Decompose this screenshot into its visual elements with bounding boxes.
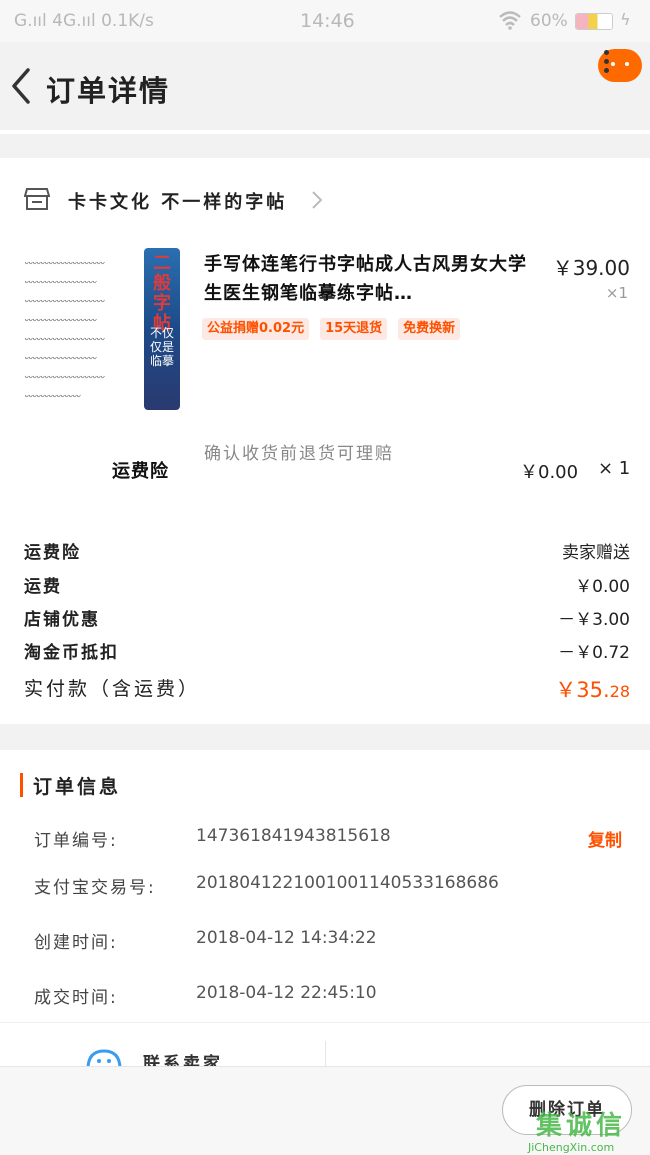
insurance-label: 运费险 bbox=[112, 461, 169, 482]
product-tags: 公益捐赠0.02元 15天退货 免费换新 bbox=[202, 317, 471, 340]
summary-row: 运费险 卖家赠送 bbox=[24, 538, 630, 568]
chevron-right-icon bbox=[312, 191, 323, 209]
tag-charity: 公益捐赠0.02元 bbox=[202, 318, 310, 340]
total-label: 实付款（含运费） bbox=[24, 678, 201, 700]
total-row: 实付款（含运费） ￥35.28 bbox=[24, 674, 630, 704]
product-image-calligraphy: 〰〰〰〰〰〰〰〰〰〰 〰〰〰〰〰〰〰〰〰 〰〰〰〰〰〰〰〰〰〰 〰〰〰〰〰〰〰〰〰 〰〰… bbox=[24, 259, 104, 401]
summary-value: ￥0.00 bbox=[575, 577, 630, 597]
summary-value: －￥0.72 bbox=[558, 643, 630, 663]
order-info-card: 订单信息 订单编号: 147361841943815618 复制 支付宝交易号:… bbox=[0, 750, 650, 1022]
product-image[interactable]: 〰〰〰〰〰〰〰〰〰〰 〰〰〰〰〰〰〰〰〰 〰〰〰〰〰〰〰〰〰〰 〰〰〰〰〰〰〰〰〰 〰〰… bbox=[24, 248, 182, 410]
insurance-description: 确认收货前退货可理赔 bbox=[204, 444, 394, 464]
watermark-logo: 集诚信 JiChengXin.com bbox=[528, 1111, 627, 1154]
wifi-icon bbox=[499, 11, 521, 30]
bottom-action-bar: 删除订单 集诚信 JiChengXin.com bbox=[0, 1066, 650, 1155]
charging-icon: ϟ bbox=[620, 10, 631, 29]
contact-seller-row[interactable]: 联系卖家 bbox=[0, 1022, 650, 1071]
summary-row: 淘金币抵扣 －￥0.72 bbox=[24, 638, 630, 668]
shop-name: 卡卡文化 不一样的字帖 bbox=[68, 192, 288, 213]
store-icon bbox=[24, 188, 50, 210]
info-row-order-number: 订单编号: 147361841943815618 bbox=[34, 826, 391, 851]
section-title: 订单信息 bbox=[33, 776, 122, 798]
insurance-price: ￥0.00 bbox=[520, 462, 579, 483]
status-bar: G.ııl 4G.ııl 0.1K/s 14:46 60% ϟ bbox=[0, 0, 650, 42]
more-menu-icon[interactable] bbox=[598, 46, 614, 106]
contact-seller-label: 联系卖家 bbox=[143, 1054, 223, 1067]
summary-key: 运费 bbox=[24, 577, 62, 597]
battery-icon bbox=[575, 13, 613, 30]
section-accent-bar bbox=[20, 773, 23, 797]
battery-percent: 60% bbox=[530, 11, 568, 31]
total-value: ￥35.28 bbox=[555, 678, 630, 702]
info-row-created-time: 创建时间: 2018-04-12 14:34:22 bbox=[34, 928, 377, 953]
summary-row: 店铺优惠 －￥3.00 bbox=[24, 605, 630, 635]
summary-row: 运费 ￥0.00 bbox=[24, 572, 630, 602]
info-row-alipay-number: 支付宝交易号: 2018041221001001140533168686 bbox=[34, 873, 499, 898]
insurance-quantity: × 1 bbox=[598, 458, 631, 479]
shop-row[interactable]: 卡卡文化 不一样的字帖 bbox=[0, 158, 650, 240]
summary-key: 运费险 bbox=[24, 543, 81, 563]
product-title[interactable]: 手写体连笔行书字帖成人古风男女大学生医生钢笔临摹练字帖… bbox=[204, 250, 534, 308]
summary-value: 卖家赠送 bbox=[562, 543, 630, 563]
nav-bar: 订单详情 bbox=[0, 42, 650, 130]
clock: 14:46 bbox=[300, 10, 355, 32]
product-price: ￥39.00 bbox=[552, 256, 630, 280]
summary-value: －￥3.00 bbox=[558, 610, 630, 630]
summary-key: 淘金币抵扣 bbox=[24, 643, 119, 663]
product-image-banner: 二般字帖 不仅仅是临摹 bbox=[144, 248, 180, 410]
tag-exchange: 免费换新 bbox=[398, 318, 461, 340]
back-arrow-icon[interactable] bbox=[6, 64, 46, 108]
signal-indicator: G.ııl 4G.ııl 0.1K/s bbox=[14, 11, 154, 31]
page-title: 订单详情 bbox=[46, 74, 171, 108]
order-card: 卡卡文化 不一样的字帖 〰〰〰〰〰〰〰〰〰〰 〰〰〰〰〰〰〰〰〰 〰〰〰〰〰〰〰〰〰… bbox=[0, 158, 650, 724]
summary-key: 店铺优惠 bbox=[24, 610, 100, 630]
copy-button[interactable]: 复制 bbox=[588, 826, 622, 851]
info-row-completed-time: 成交时间: 2018-04-12 22:45:10 bbox=[34, 983, 377, 1008]
tag-return: 15天退货 bbox=[320, 318, 388, 340]
product-quantity: ×1 bbox=[605, 284, 628, 302]
divider bbox=[0, 130, 650, 134]
